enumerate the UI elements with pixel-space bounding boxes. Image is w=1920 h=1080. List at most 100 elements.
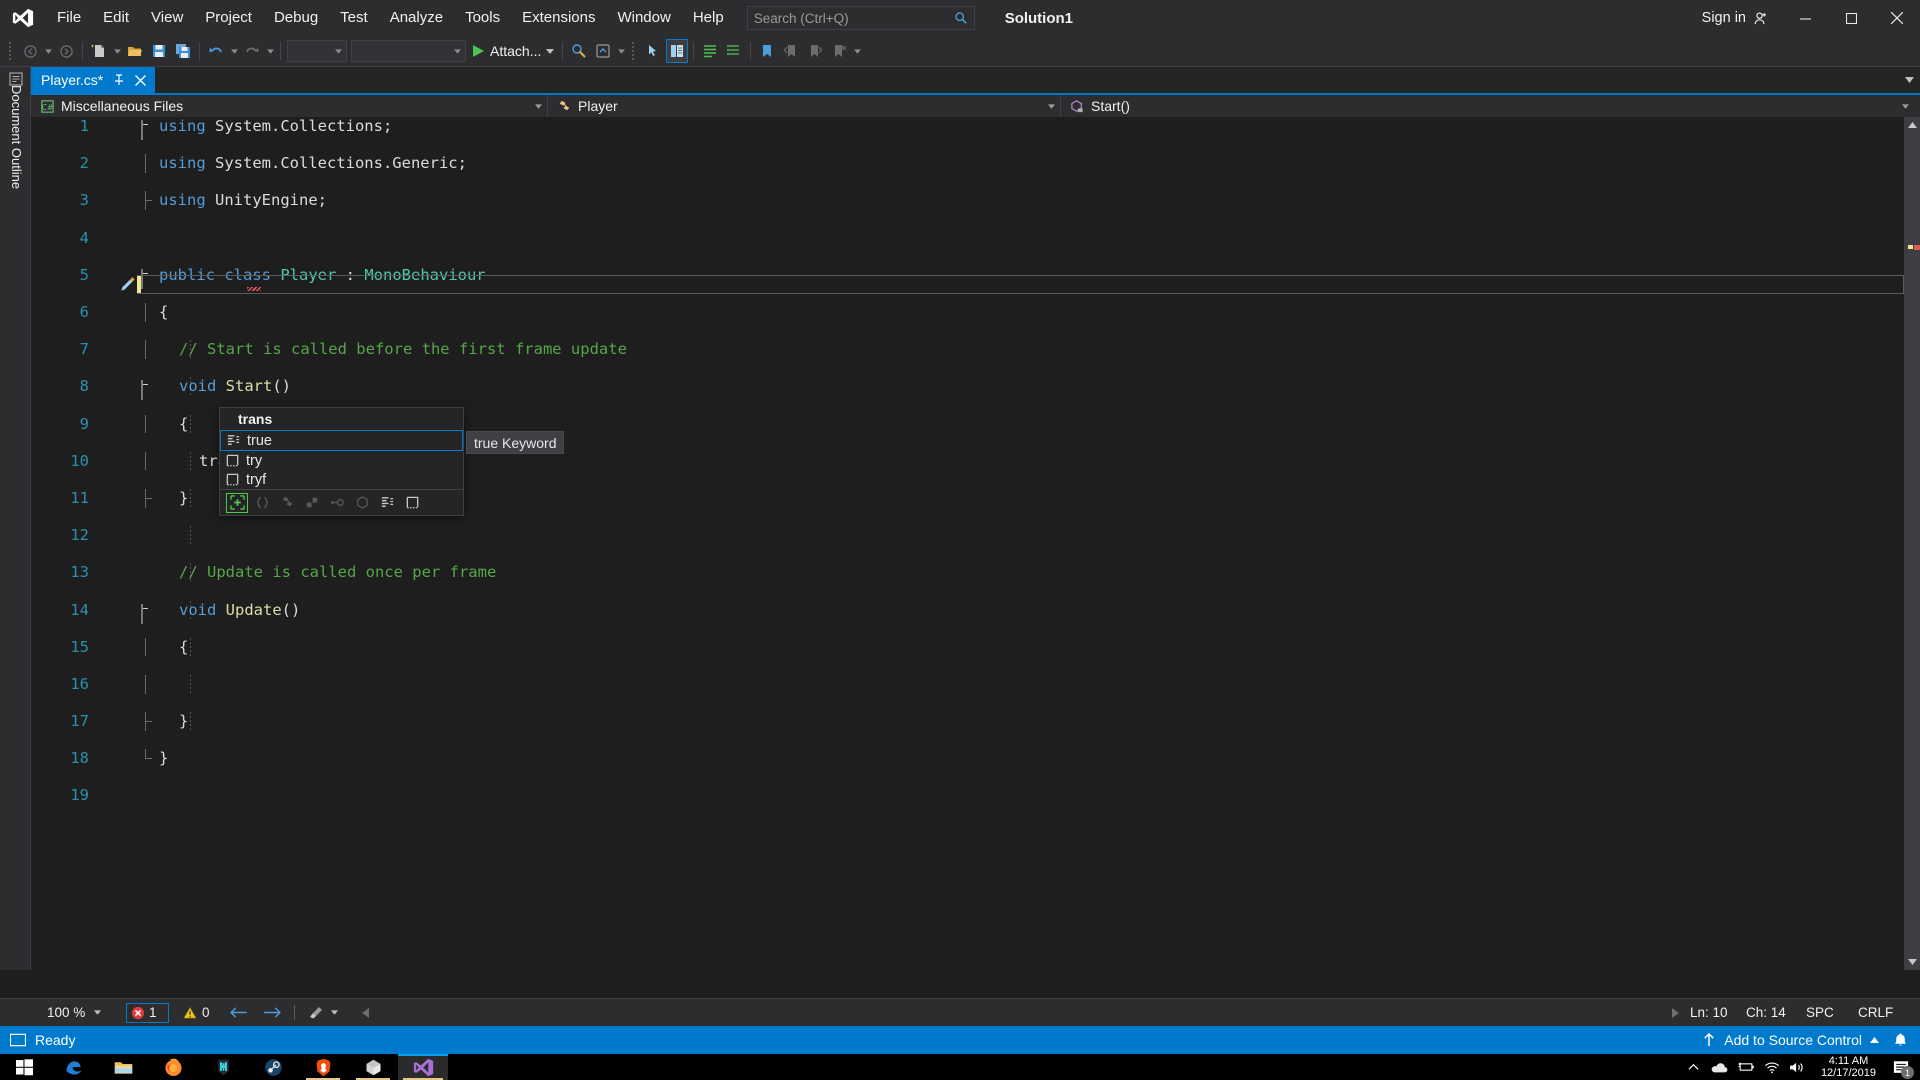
intellisense-item-tryf[interactable]: tryf — [220, 470, 463, 489]
fold-toggle[interactable] — [141, 605, 152, 616]
toolbar-overflow-button[interactable] — [851, 39, 863, 63]
menu-debug[interactable]: Debug — [263, 0, 329, 36]
code-line[interactable]: 4 — [31, 229, 1905, 248]
notification-bell-icon[interactable] — [1893, 1032, 1908, 1048]
undo-dropdown[interactable] — [228, 39, 240, 63]
sign-in-button[interactable]: Sign in — [1688, 10, 1782, 26]
property-filter-icon[interactable] — [326, 493, 348, 513]
code-line[interactable]: 12 — [31, 526, 1905, 545]
properties-button[interactable] — [699, 39, 721, 63]
status-collapse-right[interactable] — [1660, 1008, 1690, 1018]
menu-file[interactable]: File — [46, 0, 92, 36]
save-button[interactable] — [148, 39, 170, 63]
document-outline-rail[interactable]: Document Outline — [0, 67, 31, 970]
navbar-type-chevron[interactable] — [1042, 104, 1060, 109]
code-line[interactable]: 15{ — [31, 638, 1905, 657]
line-ending-mode[interactable]: CRLF — [1858, 1005, 1920, 1020]
scroll-up-button[interactable] — [1904, 117, 1920, 133]
menu-help[interactable]: Help — [682, 0, 735, 36]
taskbar-app-predator-sense[interactable] — [198, 1054, 248, 1080]
expand-filter-icon[interactable] — [226, 493, 248, 513]
code-line[interactable]: 1using System.Collections; — [31, 117, 1905, 136]
navbar-member-chevron[interactable] — [1896, 104, 1914, 109]
pin-icon[interactable] — [112, 74, 125, 87]
menu-window[interactable]: Window — [606, 0, 681, 36]
code-line[interactable]: 13// Update is called once per frame — [31, 563, 1905, 582]
code-line[interactable]: 17} — [31, 712, 1905, 731]
show-hidden-icons-icon[interactable] — [1681, 1054, 1707, 1080]
tab-player-cs[interactable]: Player.cs* — [31, 67, 155, 93]
tab-list-button[interactable] — [1905, 67, 1914, 93]
structure-filter-icon[interactable] — [301, 493, 323, 513]
status-collapse-left[interactable] — [353, 1002, 379, 1024]
indentation-mode[interactable]: SPC — [1806, 1005, 1858, 1020]
toolbar-grip[interactable] — [630, 42, 638, 60]
menu-view[interactable]: View — [140, 0, 194, 36]
zoom-level-combo[interactable]: 100 % — [42, 1003, 104, 1023]
wifi-icon[interactable] — [1759, 1054, 1785, 1080]
code-line[interactable]: 7// Start is called before the first fra… — [31, 340, 1905, 359]
live-share-dropdown[interactable] — [615, 39, 627, 63]
navigate-back-button[interactable] — [19, 39, 41, 63]
intellisense-item-try[interactable]: try — [220, 451, 463, 470]
add-to-source-control-label[interactable]: Add to Source Control — [1724, 1032, 1862, 1048]
solution-explorer-button[interactable] — [666, 39, 688, 63]
scroll-down-button[interactable] — [1904, 954, 1920, 970]
navbar-project-dropdown[interactable]: C# Miscellaneous Files — [31, 95, 548, 117]
intellisense-item-true[interactable]: true — [220, 430, 463, 451]
menu-analyze[interactable]: Analyze — [379, 0, 454, 36]
pointer-button[interactable] — [642, 39, 664, 63]
redo-button[interactable] — [241, 39, 263, 63]
editor-vertical-scrollbar[interactable] — [1904, 117, 1920, 970]
code-cleanup-dropdown[interactable] — [329, 1001, 341, 1025]
menu-project[interactable]: Project — [194, 0, 263, 36]
solution-platform-combo[interactable] — [351, 40, 466, 62]
menu-extensions[interactable]: Extensions — [511, 0, 606, 36]
next-error-button[interactable] — [260, 1002, 286, 1024]
windows-start-button[interactable] — [0, 1054, 48, 1080]
navigate-back-dropdown[interactable] — [42, 39, 54, 63]
previous-error-button[interactable] — [226, 1002, 252, 1024]
attach-button[interactable]: Attach... — [468, 39, 558, 63]
live-share-button[interactable] — [592, 39, 614, 63]
toolbar-grip[interactable] — [7, 42, 15, 60]
menu-tools[interactable]: Tools — [454, 0, 511, 36]
menu-test[interactable]: Test — [329, 0, 379, 36]
navigate-forward-button[interactable] — [55, 39, 77, 63]
code-cleanup-button[interactable] — [303, 1002, 329, 1024]
open-file-button[interactable] — [124, 39, 146, 63]
class-filter-icon[interactable] — [276, 493, 298, 513]
hot-reload-button[interactable] — [568, 39, 590, 63]
taskbar-app-unity[interactable] — [348, 1054, 398, 1080]
code-line[interactable]: 6{ — [31, 303, 1905, 322]
redo-dropdown[interactable] — [264, 39, 276, 63]
volume-icon[interactable] — [1785, 1054, 1811, 1080]
prev-bookmark-button[interactable] — [780, 39, 802, 63]
code-line[interactable]: 19 — [31, 786, 1905, 805]
taskbar-app-firefox[interactable] — [148, 1054, 198, 1080]
save-all-button[interactable] — [172, 39, 194, 63]
undo-button[interactable] — [205, 39, 227, 63]
solution-configuration-combo[interactable] — [287, 40, 347, 62]
close-tab-icon[interactable] — [134, 74, 147, 87]
namespace-filter-icon[interactable] — [251, 493, 273, 513]
action-center-button[interactable]: 1 — [1886, 1054, 1916, 1080]
keyword-filter-icon[interactable] — [376, 493, 398, 513]
toolbox-button[interactable] — [723, 39, 745, 63]
code-line[interactable]: 8void Start() — [31, 377, 1905, 396]
taskbar-app-steam[interactable] — [248, 1054, 298, 1080]
maximize-button[interactable] — [1828, 0, 1874, 36]
taskbar-app-file-explorer[interactable] — [98, 1054, 148, 1080]
code-editor[interactable]: 1using System.Collections;2using System.… — [31, 117, 1920, 970]
battery-icon[interactable] — [1733, 1054, 1759, 1080]
navbar-type-dropdown[interactable]: Player — [548, 95, 1061, 117]
fold-toggle[interactable] — [141, 381, 152, 392]
new-project-button[interactable] — [88, 39, 110, 63]
intellisense-popup[interactable]: trans true try — [219, 407, 464, 516]
navbar-project-chevron[interactable] — [529, 104, 547, 109]
close-button[interactable] — [1874, 0, 1920, 36]
minimize-button[interactable] — [1782, 0, 1828, 36]
taskbar-app-edge[interactable] — [48, 1054, 98, 1080]
menu-edit[interactable]: Edit — [92, 0, 140, 36]
search-input[interactable]: Search (Ctrl+Q) — [747, 6, 975, 30]
